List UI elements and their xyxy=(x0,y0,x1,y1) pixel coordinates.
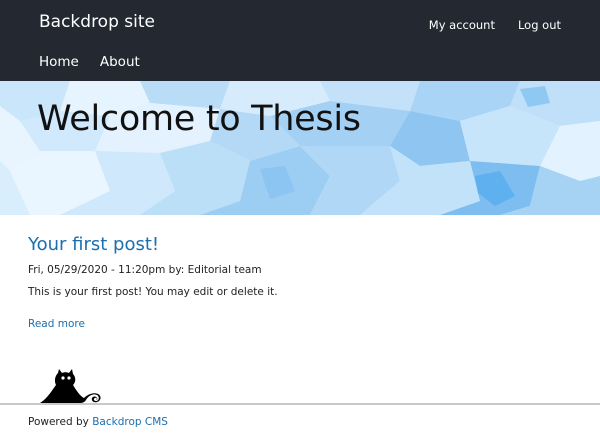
my-account-link[interactable]: My account xyxy=(429,18,495,32)
read-more-link[interactable]: Read more xyxy=(28,318,85,330)
powered-by-label: Powered by xyxy=(28,416,89,428)
page-title: Welcome to Thesis xyxy=(37,99,361,139)
footer-powered-by: Powered by Backdrop CMS xyxy=(28,416,168,428)
main-menu: Home About xyxy=(39,54,140,70)
hero-banner: Welcome to Thesis xyxy=(0,81,600,215)
footer-divider xyxy=(0,403,600,405)
main-menu-item-home[interactable]: Home xyxy=(39,54,79,70)
site-name-link[interactable]: Backdrop site xyxy=(39,12,155,32)
log-out-link[interactable]: Log out xyxy=(518,18,561,32)
post-meta: Fri, 05/29/2020 - 11:20pm by: Editorial … xyxy=(28,264,262,276)
main-menu-item-about[interactable]: About xyxy=(100,54,140,70)
site-header: Backdrop site My account Log out Home Ab… xyxy=(0,0,600,81)
post-body: This is your first post! You may edit or… xyxy=(28,286,278,298)
post-title-link[interactable]: Your first post! xyxy=(28,234,568,255)
backdrop-cms-link[interactable]: Backdrop CMS xyxy=(92,416,168,428)
post-teaser: Your first post! Fri, 05/29/2020 - 11:20… xyxy=(28,234,568,298)
account-menu: My account Log out xyxy=(429,18,561,32)
backdrop-cat-icon xyxy=(40,369,101,403)
